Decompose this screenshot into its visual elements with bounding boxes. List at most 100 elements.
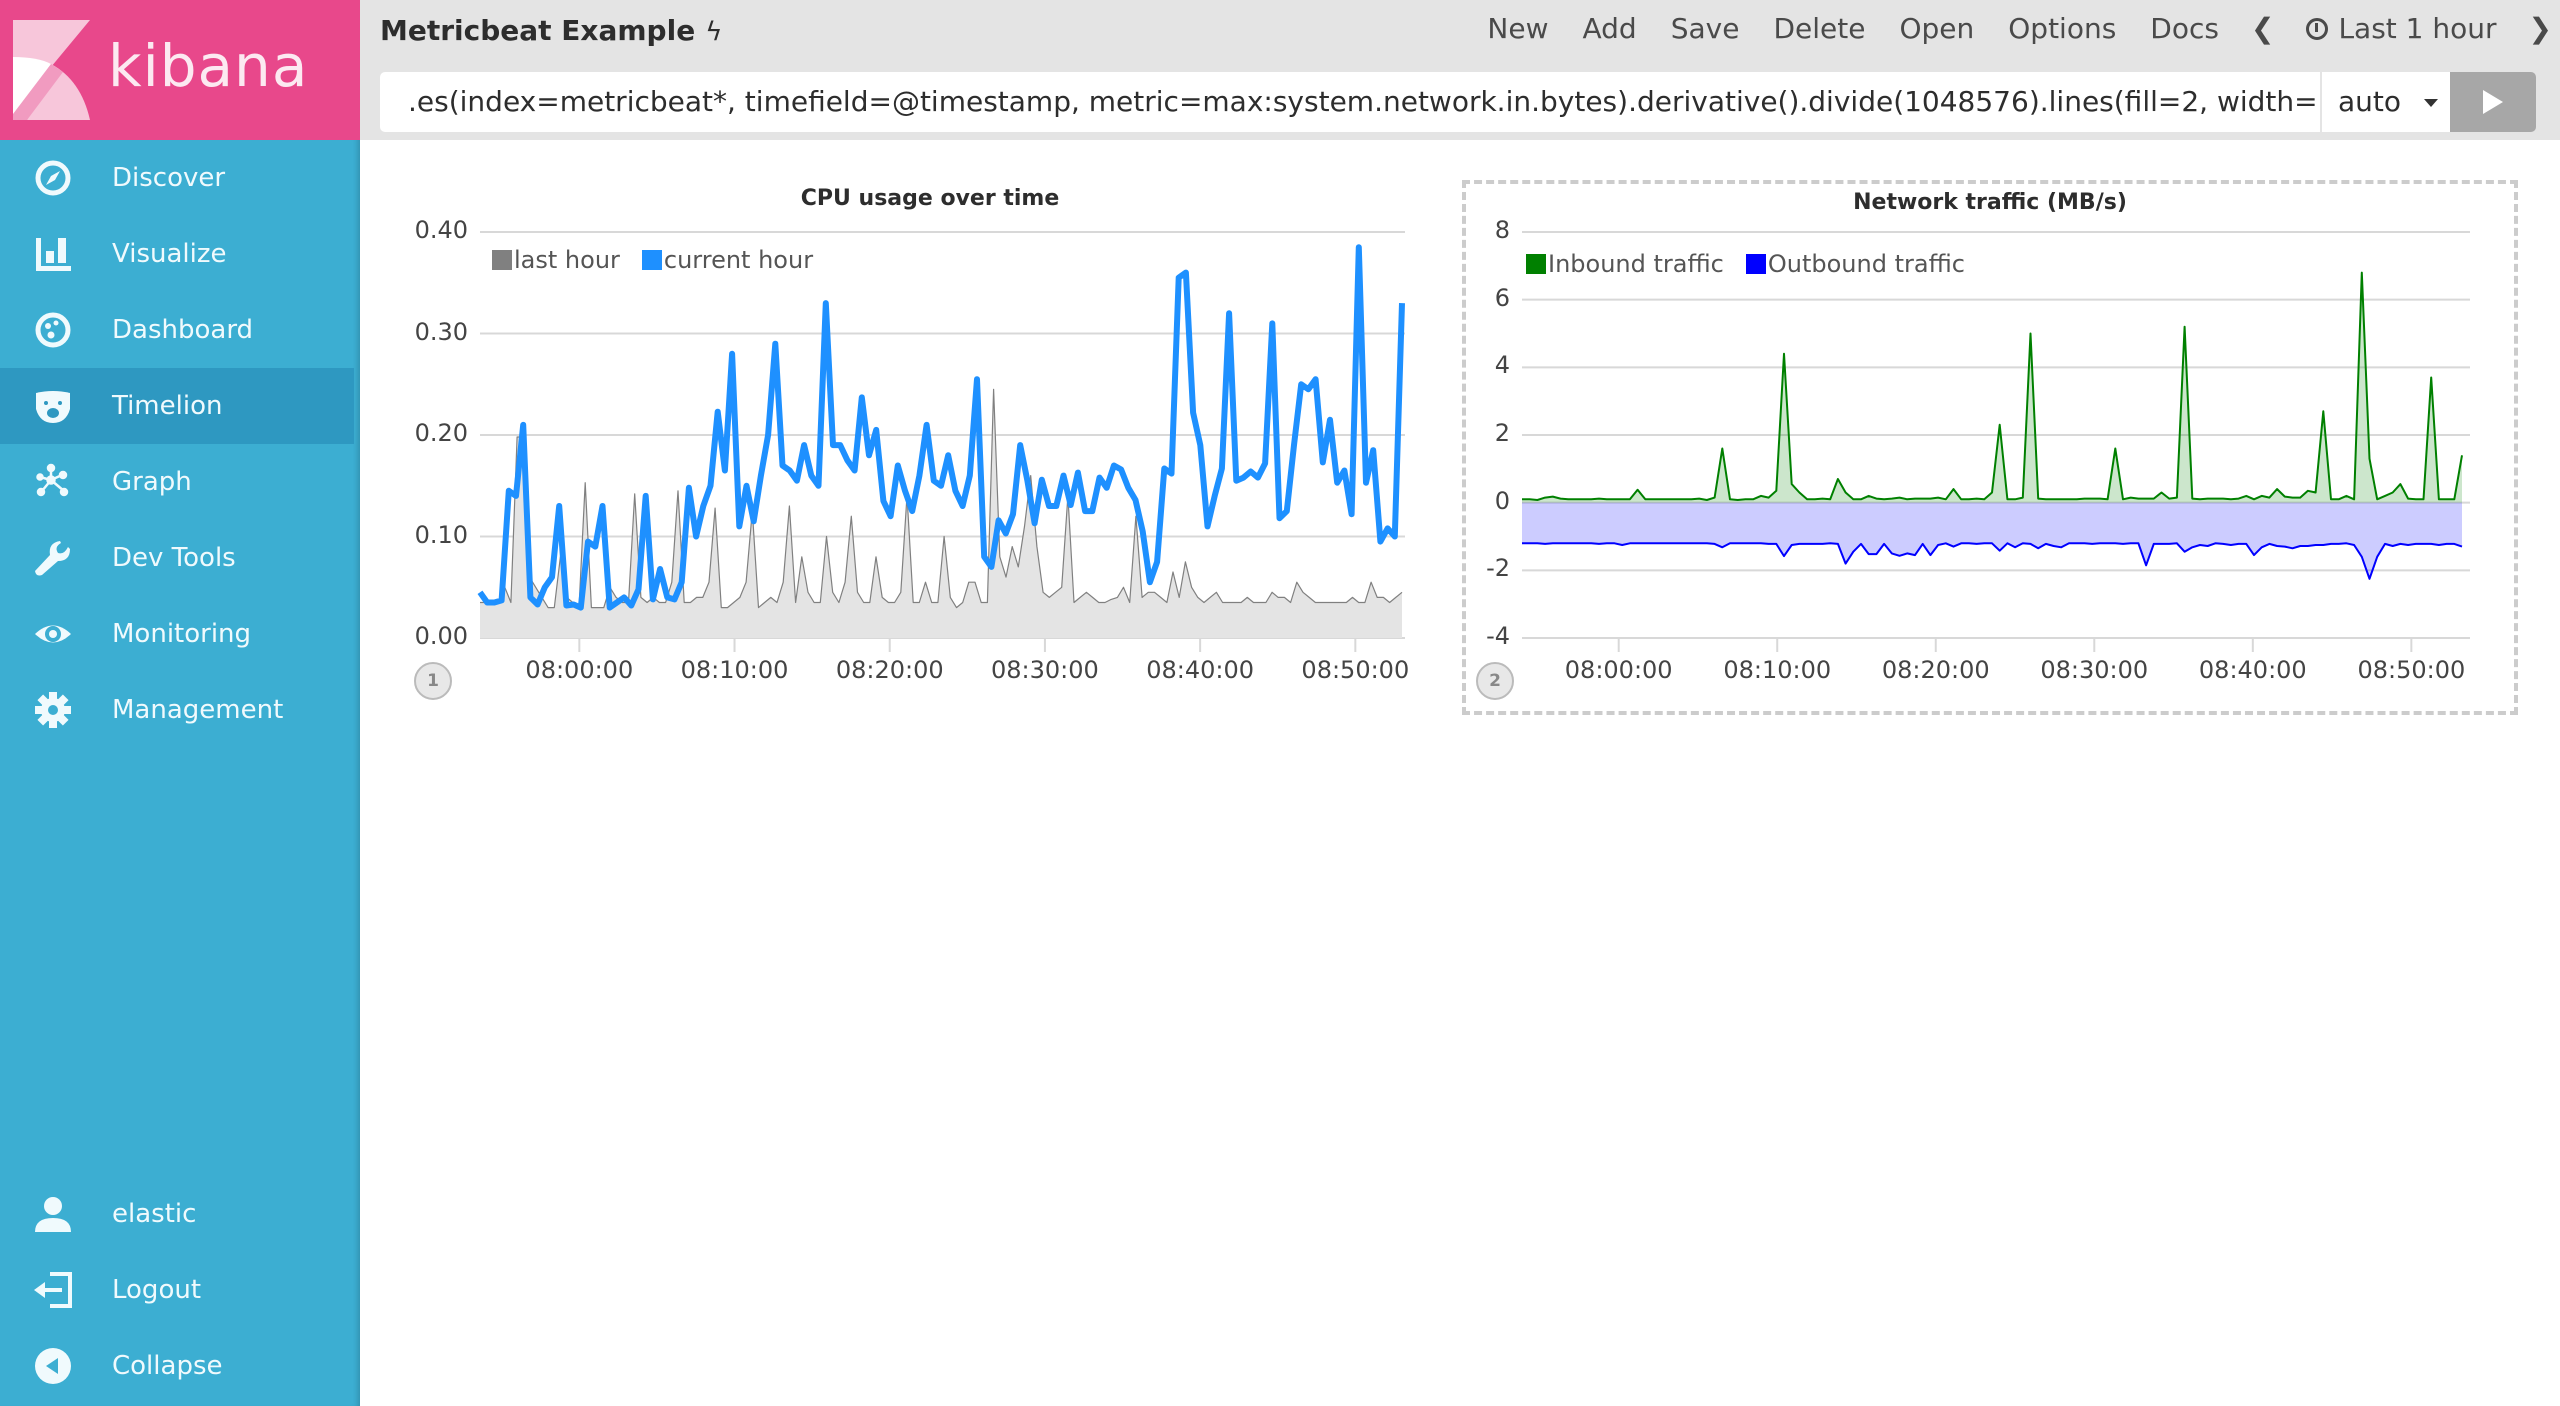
x-tick-label: 08:30:00 bbox=[2040, 656, 2149, 684]
x-tick-label: 08:20:00 bbox=[1881, 656, 1990, 684]
sidebar-item-label: Timelion bbox=[112, 391, 223, 421]
sidebar-item-discover[interactable]: Discover bbox=[0, 140, 354, 216]
sidebar-item-label: elastic bbox=[112, 1199, 197, 1229]
y-tick-label: 6 bbox=[1494, 283, 1510, 312]
sidebar-item-dev-tools[interactable]: Dev Tools bbox=[0, 520, 354, 596]
x-tick-label: 08:10:00 bbox=[1723, 656, 1832, 684]
panel-number-badge[interactable]: 2 bbox=[1476, 662, 1514, 700]
x-tick-label: 08:40:00 bbox=[1146, 656, 1255, 684]
y-tick-label: 0.20 bbox=[414, 419, 468, 447]
page-title: Metricbeat Example ϟ bbox=[380, 14, 722, 47]
x-tick-label: 08:50:00 bbox=[2357, 656, 2466, 684]
y-tick-label: 0.10 bbox=[414, 520, 468, 549]
compass-icon bbox=[35, 160, 71, 196]
x-tick-label: 08:20:00 bbox=[835, 656, 944, 684]
time-range-label: Last 1 hour bbox=[2338, 12, 2497, 45]
top-nav: Metricbeat Example ϟ New Add Save Delete … bbox=[360, 0, 2560, 140]
sidebar-item-label: Graph bbox=[112, 467, 192, 497]
wrench-icon bbox=[35, 541, 70, 576]
sidebar-item-label: Dashboard bbox=[112, 315, 254, 345]
sidebar-item-label: Dev Tools bbox=[112, 543, 236, 573]
legend-swatch bbox=[641, 250, 662, 270]
series-area-inbound-traffic bbox=[1522, 272, 2462, 503]
x-tick-label: 08:10:00 bbox=[680, 656, 789, 684]
series-line-current-hour[interactable] bbox=[477, 244, 1405, 611]
legend-item-current-hour[interactable]: current hour bbox=[641, 246, 814, 274]
sidebar-item-user[interactable]: elastic bbox=[0, 1176, 354, 1252]
legend-item-inbound[interactable]: Inbound traffic bbox=[1526, 250, 1724, 278]
chart-panel-cpu[interactable]: CPU usage over time last hour current ho… bbox=[400, 180, 1420, 715]
legend-item-outbound[interactable]: Outbound traffic bbox=[1745, 250, 1965, 278]
legend-item-last-hour[interactable]: last hour bbox=[492, 246, 620, 274]
timelion-bear-icon bbox=[36, 391, 70, 423]
menu-new[interactable]: New bbox=[1487, 12, 1548, 45]
panel-number-badge[interactable]: 1 bbox=[414, 662, 452, 700]
sidebar-item-visualize[interactable]: Visualize bbox=[0, 216, 354, 292]
sidebar-item-management[interactable]: Management bbox=[0, 672, 354, 748]
menu-add[interactable]: Add bbox=[1583, 12, 1637, 45]
eye-icon bbox=[35, 625, 71, 643]
sidebar-item-label: Discover bbox=[112, 163, 226, 193]
legend-label: Inbound traffic bbox=[1548, 250, 1724, 278]
gear-icon bbox=[35, 692, 71, 728]
graph-icon bbox=[36, 463, 69, 497]
x-tick-label: 08:00:00 bbox=[525, 656, 634, 684]
interval-value: auto bbox=[2338, 85, 2402, 118]
y-tick-label: 8 bbox=[1494, 216, 1510, 244]
sidebar-item-label: Monitoring bbox=[112, 619, 252, 649]
logout-icon bbox=[34, 1272, 72, 1308]
menu-open[interactable]: Open bbox=[1899, 12, 1974, 45]
chart-panel-network[interactable]: Network traffic (MB/s) Inbound traffic O… bbox=[1462, 180, 2518, 715]
x-tick-label: 08:30:00 bbox=[991, 656, 1099, 684]
legend-label: current hour bbox=[663, 246, 814, 274]
sidebar: kibana Discover Visualize Dashboard Time… bbox=[0, 0, 360, 1406]
series-line-outbound-traffic[interactable] bbox=[1522, 542, 2463, 580]
brand-name: kibana bbox=[108, 32, 309, 100]
menu-delete[interactable]: Delete bbox=[1773, 12, 1865, 45]
y-tick-label: -2 bbox=[1486, 554, 1510, 583]
collapse-icon bbox=[35, 1348, 71, 1384]
legend-swatch bbox=[1526, 254, 1546, 274]
sidebar-item-label: Logout bbox=[112, 1275, 202, 1305]
lightning-icon: ϟ bbox=[705, 17, 723, 47]
sidebar-item-monitoring[interactable]: Monitoring bbox=[0, 596, 354, 672]
sidebar-item-label: Visualize bbox=[112, 239, 227, 269]
kibana-logo-icon bbox=[13, 20, 90, 120]
x-tick-label: 08:40:00 bbox=[2198, 656, 2307, 684]
menu-save[interactable]: Save bbox=[1671, 12, 1740, 45]
page-title-text: Metricbeat Example bbox=[380, 14, 696, 47]
dashboard-icon bbox=[35, 312, 71, 348]
y-tick-label: -4 bbox=[1486, 622, 1510, 650]
chart-legend: last hour current hour bbox=[492, 246, 835, 274]
caret-down-icon bbox=[2424, 99, 2438, 107]
legend-swatch bbox=[492, 250, 512, 270]
chevron-left-icon[interactable]: ❮ bbox=[2251, 12, 2274, 45]
sidebar-item-graph[interactable]: Graph bbox=[0, 444, 354, 520]
y-tick-label: 0 bbox=[1494, 486, 1510, 515]
expression-input[interactable]: .es(index=metricbeat*, timefield=@timest… bbox=[380, 72, 2320, 132]
interval-select[interactable]: auto bbox=[2320, 72, 2450, 132]
sidebar-item-dashboard[interactable]: Dashboard bbox=[0, 292, 354, 368]
chevron-right-icon[interactable]: ❯ bbox=[2529, 12, 2552, 45]
series-line-last-hour[interactable] bbox=[480, 388, 1403, 609]
y-tick-label: 2 bbox=[1494, 419, 1510, 447]
run-button[interactable] bbox=[2450, 72, 2536, 132]
menu-options[interactable]: Options bbox=[2008, 12, 2116, 45]
user-icon bbox=[35, 1197, 71, 1232]
series-area-outbound-traffic bbox=[1522, 502, 2462, 579]
sidebar-item-timelion[interactable]: Timelion bbox=[0, 368, 354, 444]
y-tick-label: 4 bbox=[1494, 351, 1510, 380]
x-tick-label: 08:50:00 bbox=[1301, 656, 1410, 684]
menu-docs[interactable]: Docs bbox=[2150, 12, 2219, 45]
sidebar-item-collapse[interactable]: Collapse bbox=[0, 1328, 354, 1404]
time-picker[interactable]: Last 1 hour bbox=[2306, 12, 2497, 45]
expression-bar: .es(index=metricbeat*, timefield=@timest… bbox=[380, 72, 2544, 132]
legend-label: last hour bbox=[514, 246, 620, 274]
sidebar-item-label: Collapse bbox=[112, 1351, 223, 1381]
legend-label: Outbound traffic bbox=[1767, 250, 1965, 278]
clock-icon bbox=[2306, 17, 2329, 40]
top-menu: New Add Save Delete Open Options Docs ❮ … bbox=[1453, 12, 2552, 45]
kibana-logo[interactable]: kibana bbox=[0, 0, 360, 140]
sidebar-item-logout[interactable]: Logout bbox=[0, 1252, 354, 1328]
x-tick-label: 08:00:00 bbox=[1564, 656, 1673, 684]
